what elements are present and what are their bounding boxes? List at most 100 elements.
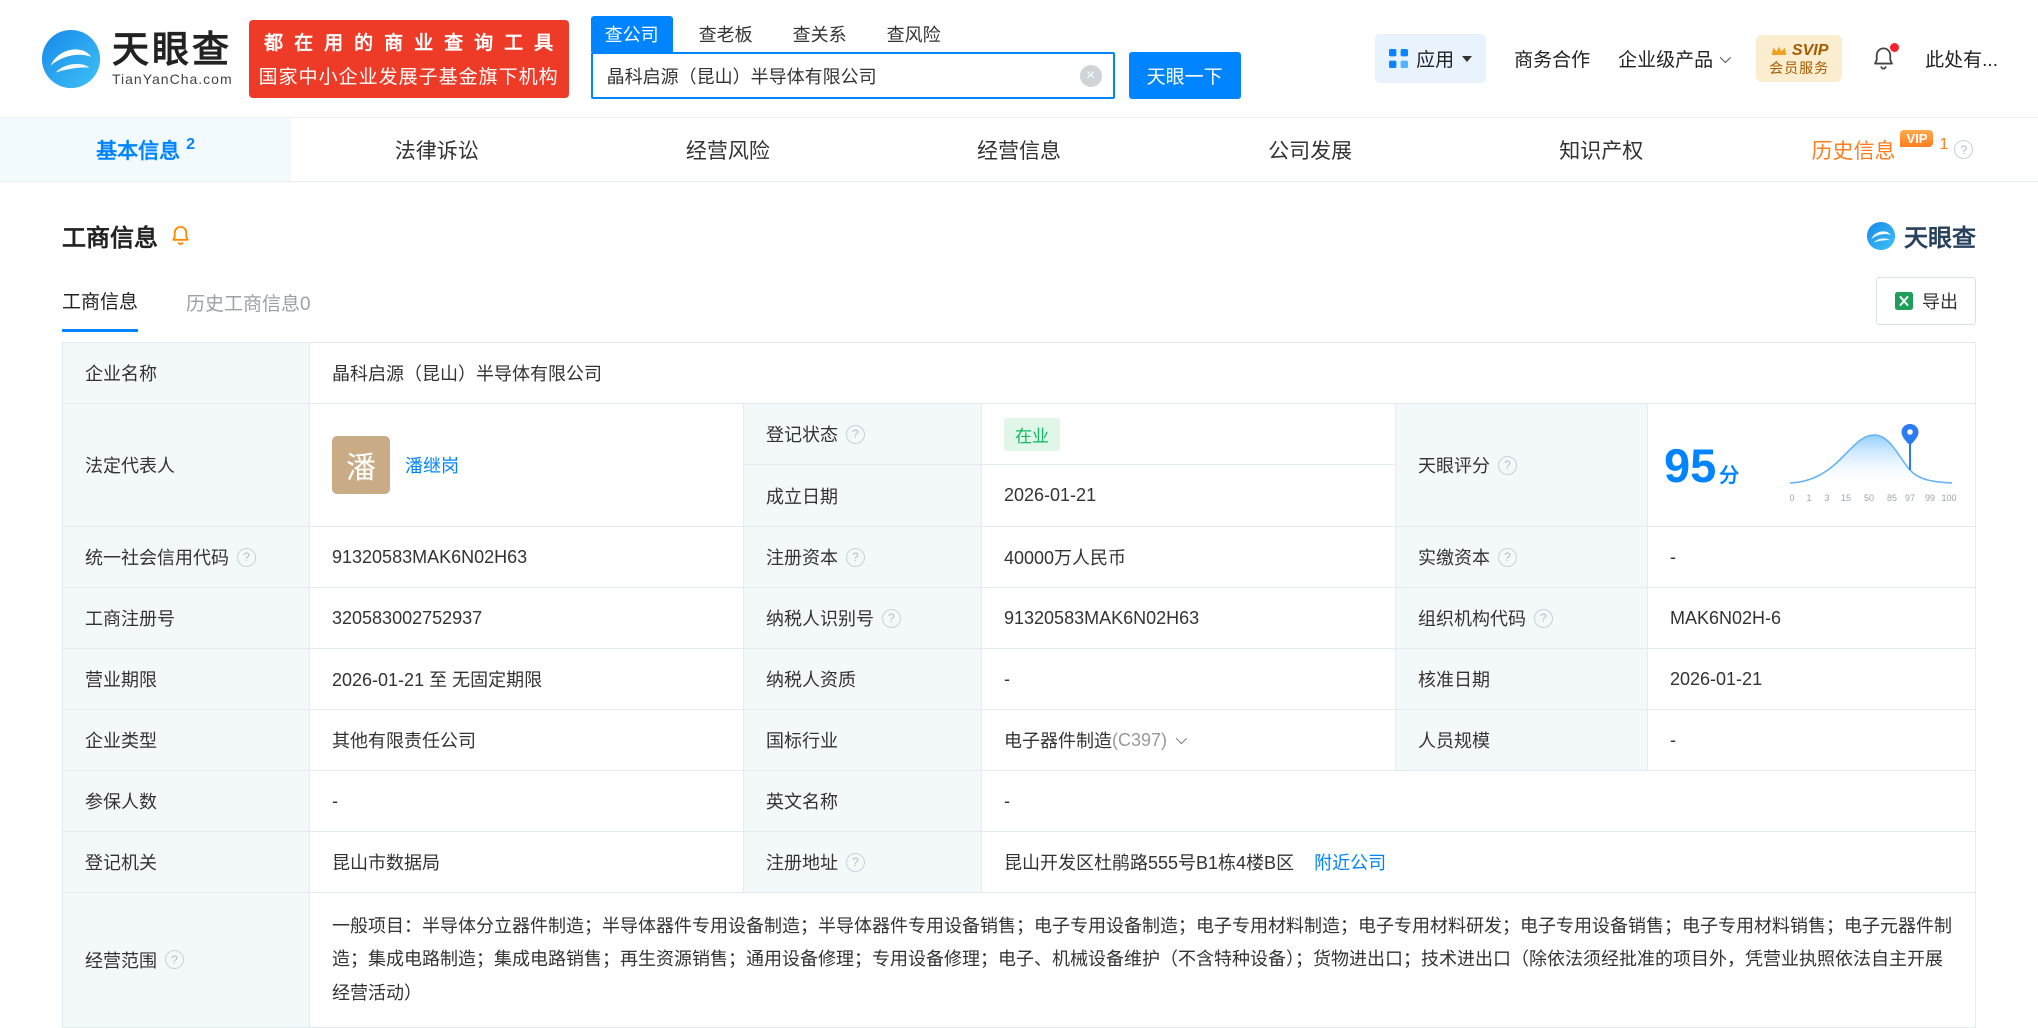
- tab-company-development[interactable]: 公司发展: [1165, 118, 1456, 181]
- tab-label: 公司发展: [1268, 139, 1353, 163]
- search-tab-risk[interactable]: 查风险: [873, 16, 955, 52]
- status-badge: 在业: [1004, 417, 1060, 451]
- tab-legal-proceedings[interactable]: 法律诉讼: [291, 118, 582, 181]
- subtab-history-business-info[interactable]: 历史工商信息0: [186, 289, 311, 331]
- tab-basic-info[interactable]: 基本信息 2: [0, 118, 292, 181]
- tab-label: 经营风险: [685, 139, 770, 163]
- label-tianyan-score: 天眼评分: [1418, 456, 1490, 476]
- help-icon[interactable]: ?: [1534, 608, 1553, 628]
- value-taxpayer-id: 91320583MAK6N02H63: [1004, 607, 1200, 628]
- main-content: 工商信息 天眼查 工商信息 历史工商信息0 导出 企业名称 晶科启源（昆山）半导…: [0, 218, 2038, 1028]
- tab-operation-info[interactable]: 经营信息: [873, 118, 1164, 181]
- svg-text:99: 99: [1925, 493, 1935, 503]
- export-label: 导出: [1922, 292, 1958, 312]
- search-tab-company[interactable]: 查公司: [590, 16, 673, 52]
- logo-brand: 天眼查: [112, 29, 232, 71]
- company-nav-tabs: 基本信息 2 法律诉讼 经营风险 经营信息 公司发展 知识产权 历史信息 VIP…: [0, 118, 2038, 182]
- legal-rep-avatar[interactable]: 潘: [332, 436, 390, 494]
- label-taxpayer-quality: 纳税人资质: [766, 670, 856, 690]
- tab-label: 经营信息: [976, 139, 1061, 163]
- promo-banner[interactable]: 都在用的商业查询工具 国家中小企业发展子基金旗下机构: [248, 19, 569, 98]
- svip-tag: SVIP: [1791, 41, 1829, 59]
- subscribe-bell-icon[interactable]: [169, 224, 192, 247]
- help-icon[interactable]: ?: [1498, 455, 1517, 475]
- apps-button[interactable]: 应用: [1375, 34, 1487, 83]
- value-english-name: -: [1004, 790, 1010, 811]
- svip-member-badge[interactable]: SVIP 会员服务: [1756, 34, 1843, 83]
- label-established-date: 成立日期: [766, 486, 838, 507]
- label-business-term: 营业期限: [85, 670, 157, 690]
- label-company-name: 企业名称: [85, 364, 157, 384]
- tianyancha-logo[interactable]: 天眼查 TianYanCha.com: [40, 28, 233, 90]
- score-value: 95: [1664, 438, 1717, 492]
- help-icon[interactable]: ?: [1954, 140, 1974, 159]
- menu-business-cooperation[interactable]: 商务合作: [1514, 45, 1590, 72]
- help-icon[interactable]: ?: [882, 608, 901, 628]
- value-paid-capital: -: [1670, 546, 1676, 567]
- page: 天眼查 TianYanCha.com 都在用的商业查询工具 国家中小企业发展子基…: [0, 0, 2038, 1028]
- score-curve-chart: 0 1 3 15 50 85 97 99 100: [1789, 424, 1957, 503]
- watermark-label: 天眼查: [1904, 225, 1976, 252]
- label-taxpayer-id: 纳税人识别号: [766, 609, 874, 629]
- label-legal-rep: 法定代表人: [85, 456, 175, 476]
- value-reg-capital: 40000万人民币: [1004, 548, 1127, 568]
- tab-operation-risk[interactable]: 经营风险: [582, 118, 873, 181]
- search-tabs: 查公司 查老板 查关系 查风险: [590, 16, 1241, 52]
- account-entry[interactable]: 此处有...: [1925, 45, 1998, 72]
- tab-label: 知识产权: [1559, 139, 1644, 163]
- label-paid-capital: 实缴资本: [1418, 548, 1490, 568]
- apps-label: 应用: [1416, 50, 1455, 71]
- search-input-wrap: ×: [590, 52, 1115, 99]
- score-unit: 分: [1719, 464, 1740, 487]
- svg-text:85: 85: [1887, 493, 1897, 503]
- notification-bell-icon[interactable]: [1870, 43, 1900, 72]
- subtab-business-info[interactable]: 工商信息: [62, 287, 139, 332]
- tab-label: 历史信息: [1811, 139, 1896, 163]
- logo-text: 天眼查 TianYanCha.com: [112, 29, 233, 87]
- label-reg-number: 工商注册号: [85, 609, 175, 629]
- svg-text:100: 100: [1941, 493, 1956, 503]
- label-insured-count: 参保人数: [85, 792, 157, 812]
- help-icon[interactable]: ?: [1498, 547, 1517, 567]
- enterprise-products-label: 企业级产品: [1618, 50, 1714, 71]
- export-button[interactable]: 导出: [1876, 277, 1976, 325]
- tab-count: 2: [186, 135, 196, 153]
- logo-domain: TianYanCha.com: [112, 70, 233, 87]
- value-reg-number: 320583002752937: [332, 607, 483, 628]
- nearby-companies-link[interactable]: 附近公司: [1314, 849, 1386, 875]
- search-tab-relation[interactable]: 查关系: [779, 16, 861, 52]
- promo-line2: 国家中小企业发展子基金旗下机构: [258, 67, 559, 88]
- value-insured-count: -: [332, 790, 338, 811]
- help-icon[interactable]: ?: [846, 852, 865, 872]
- label-reg-capital: 注册资本: [766, 548, 838, 568]
- svg-text:97: 97: [1905, 493, 1915, 503]
- search-input[interactable]: [590, 52, 1115, 99]
- header: 天眼查 TianYanCha.com 都在用的商业查询工具 国家中小企业发展子基…: [0, 0, 2038, 118]
- help-icon[interactable]: ?: [165, 950, 184, 970]
- label-credit-code: 统一社会信用代码: [85, 548, 229, 568]
- value-reg-address: 昆山开发区杜鹃路555号B1栋4楼B区: [1004, 853, 1295, 873]
- chevron-down-icon[interactable]: [1175, 732, 1188, 745]
- tab-count: 1: [1939, 135, 1949, 153]
- promo-line1: 都在用的商业查询工具: [264, 33, 565, 54]
- clear-icon[interactable]: ×: [1079, 64, 1102, 87]
- svg-text:3: 3: [1824, 493, 1829, 503]
- search-button[interactable]: 天眼一下: [1128, 52, 1241, 99]
- tianyancha-watermark: 天眼查: [1866, 218, 1976, 253]
- search-tab-boss[interactable]: 查老板: [685, 16, 767, 52]
- tab-intellectual-property[interactable]: 知识产权: [1456, 118, 1747, 181]
- subtab-row: 工商信息 历史工商信息0 导出: [62, 277, 1976, 332]
- svg-text:50: 50: [1864, 493, 1874, 503]
- value-industry: 电子器件制造: [1004, 731, 1112, 751]
- menu-enterprise-products[interactable]: 企业级产品: [1618, 45, 1732, 72]
- help-icon[interactable]: ?: [237, 547, 256, 567]
- notification-dot: [1890, 43, 1900, 52]
- help-icon[interactable]: ?: [846, 547, 865, 567]
- crown-icon: [1771, 46, 1787, 55]
- help-icon[interactable]: ?: [846, 424, 865, 444]
- excel-icon: [1895, 292, 1913, 310]
- legal-rep-link[interactable]: 潘继岗: [405, 452, 459, 478]
- value-business-scope: 一般项目：半导体分立器件制造；半导体器件专用设备制造；半导体器件专用设备销售；电…: [332, 916, 1952, 1003]
- vip-badge: VIP: [1900, 130, 1934, 147]
- tab-history-info[interactable]: 历史信息 VIP 1 ?: [1747, 118, 2038, 181]
